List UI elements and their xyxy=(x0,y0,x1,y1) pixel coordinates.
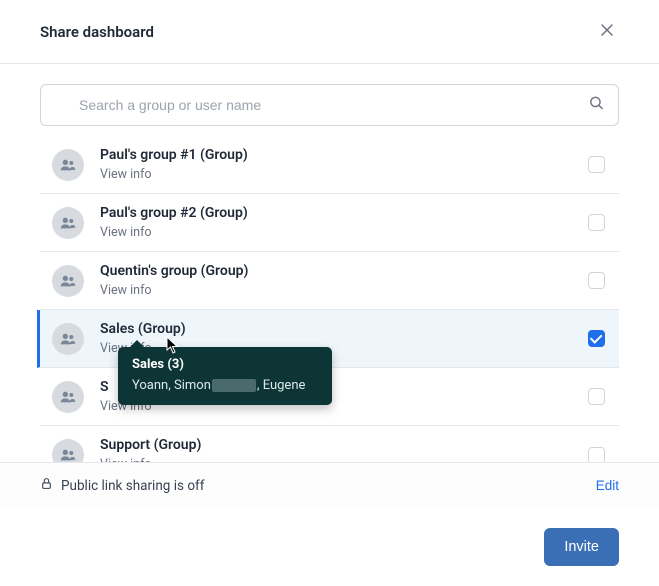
tooltip-members-suffix: , Eugene xyxy=(257,378,306,393)
list-item[interactable]: Paul's group #2 (Group) View info xyxy=(40,194,619,252)
tooltip-members-prefix: Yoann, Simon xyxy=(132,378,211,393)
list-item-checkbox[interactable] xyxy=(588,330,605,347)
public-link-text: Public link sharing is off xyxy=(61,478,204,494)
dialog-title: Share dashboard xyxy=(40,23,154,41)
list-item-text: Paul's group #1 (Group) View info xyxy=(100,146,588,183)
redacted-text xyxy=(212,379,256,392)
list-item-title: Quentin's group (Group) xyxy=(100,262,588,282)
view-info-link[interactable]: View info xyxy=(100,166,588,184)
group-avatar xyxy=(52,381,84,413)
tooltip-title: Sales (3) xyxy=(132,357,318,372)
search-box xyxy=(40,84,619,126)
list-item-checkbox[interactable] xyxy=(588,272,605,289)
list-item-text: Paul's group #2 (Group) View info xyxy=(100,204,588,241)
list-item-title: Paul's group #1 (Group) xyxy=(100,146,588,166)
list-item[interactable]: Paul's group #1 (Group) View info xyxy=(40,136,619,194)
list-item-checkbox[interactable] xyxy=(588,447,605,464)
edit-public-link-button[interactable]: Edit xyxy=(596,478,619,493)
search-icon xyxy=(588,95,605,116)
tooltip-members: Yoann, Simon , Eugene xyxy=(132,378,318,393)
close-button[interactable] xyxy=(595,18,619,45)
view-info-link[interactable]: View info xyxy=(100,224,588,242)
list-item-title: Paul's group #2 (Group) xyxy=(100,204,588,224)
search-input[interactable] xyxy=(40,84,619,126)
public-link-status: Public link sharing is off xyxy=(40,477,204,494)
dialog-header: Share dashboard xyxy=(0,0,659,64)
public-link-row: Public link sharing is off Edit xyxy=(0,462,659,508)
action-row: Invite xyxy=(0,508,659,586)
group-avatar xyxy=(52,323,84,355)
list-item-checkbox[interactable] xyxy=(588,388,605,405)
list-item-title: Support (Group) xyxy=(100,436,588,456)
group-avatar xyxy=(52,207,84,239)
dialog-body: Paul's group #1 (Group) View info Paul's… xyxy=(0,64,659,484)
lock-icon xyxy=(40,477,53,494)
group-members-tooltip: Sales (3) Yoann, Simon , Eugene xyxy=(118,347,332,405)
close-icon xyxy=(599,22,615,41)
list-item[interactable]: Quentin's group (Group) View info xyxy=(40,252,619,310)
group-list: Paul's group #1 (Group) View info Paul's… xyxy=(40,136,619,484)
group-avatar xyxy=(52,265,84,297)
invite-button[interactable]: Invite xyxy=(544,528,619,566)
dialog-footer: Public link sharing is off Edit Invite xyxy=(0,462,659,586)
list-item-title: Sales (Group) xyxy=(100,320,588,340)
list-item-checkbox[interactable] xyxy=(588,156,605,173)
list-item-text: Quentin's group (Group) View info xyxy=(100,262,588,299)
view-info-link[interactable]: View info xyxy=(100,282,588,300)
group-avatar xyxy=(52,149,84,181)
list-item-checkbox[interactable] xyxy=(588,214,605,231)
